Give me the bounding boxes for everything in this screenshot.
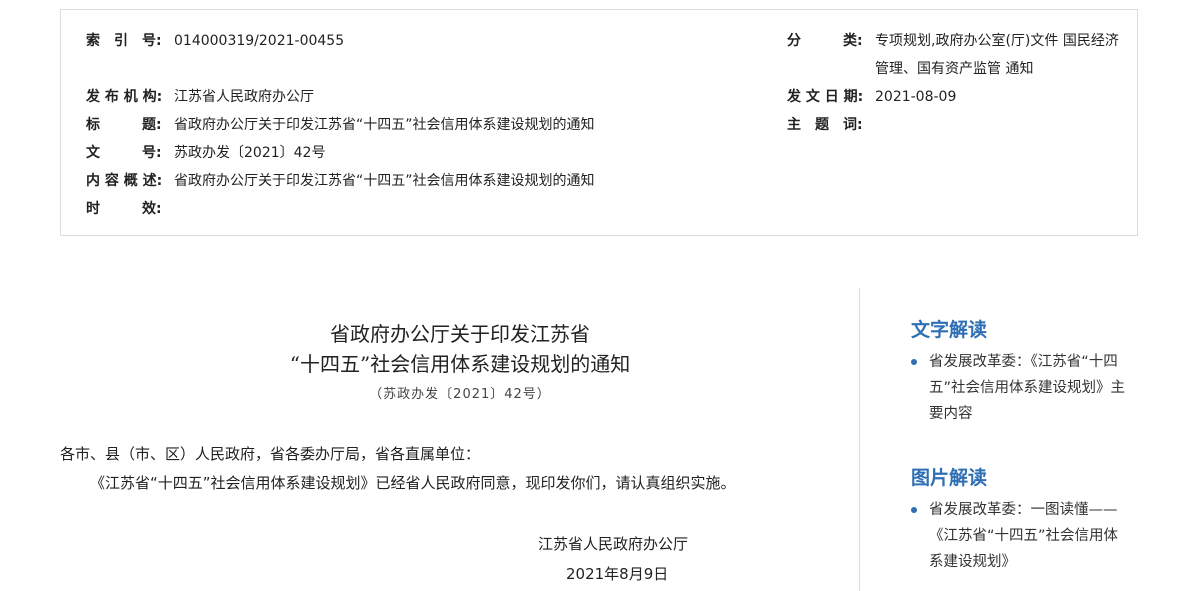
meta-date-row: 发 文 日 期: 2021-08-09 [787, 83, 956, 111]
meta-validity-row: 时 效: [86, 195, 174, 223]
meta-date-label: 发 文 日 期: [787, 89, 864, 105]
meta-index-row: 索 引 号: 014000319/2021-00455 [86, 27, 344, 55]
text-interpretation-link[interactable]: 省发展改革委：《江苏省“十四五”社会信用体系建设规划》主要内容 [911, 349, 1127, 427]
meta-summary-label: 内 容 概 述: [86, 173, 163, 189]
text-interpretation-title: 文字解读 [911, 319, 988, 341]
image-interpretation-link-label[interactable]: 省发展改革委：一图读懂——《江苏省“十四五”社会信用体系建设规划》 [912, 497, 1127, 575]
meta-category-label: 分 类: [787, 33, 863, 49]
bullet-icon [911, 507, 917, 513]
metadata-panel: 索 引 号: 014000319/2021-00455 分 类: 专项规划,政府… [60, 9, 1138, 236]
meta-summary-row: 内 容 概 述: 省政府办公厅关于印发江苏省“十四五”社会信用体系建设规划的通知 [86, 167, 595, 195]
meta-validity-label: 时 效: [86, 201, 162, 217]
bullet-icon [911, 359, 917, 365]
image-interpretation-title: 图片解读 [911, 467, 988, 489]
meta-docno-value: 苏政办发〔2021〕42号 [174, 145, 326, 161]
document-number: （苏政办发〔2021〕42号） [369, 387, 551, 402]
meta-docno-row: 文 号: 苏政办发〔2021〕42号 [86, 139, 325, 167]
meta-publisher-row: 发 布 机 构: 江苏省人民政府办公厅 [86, 83, 314, 111]
meta-title-row: 标 题: 省政府办公厅关于印发江苏省“十四五”社会信用体系建设规划的通知 [86, 111, 595, 139]
meta-title-value: 省政府办公厅关于印发江苏省“十四五”社会信用体系建设规划的通知 [174, 117, 595, 133]
meta-index-label: 索 引 号: [86, 33, 162, 49]
meta-publisher-label: 发 布 机 构: [86, 89, 163, 105]
meta-category-row: 分 类: 专项规划,政府办公室(厅)文件 国民经济管理、国有资产监管 通知 [787, 27, 1125, 83]
meta-date-value: 2021-08-09 [875, 89, 957, 105]
meta-index-value: 014000319/2021-00455 [174, 33, 345, 49]
document-title-line2: “十四五”社会信用体系建设规划的通知 [289, 352, 631, 376]
meta-subject-row: 主 题 词: [787, 111, 875, 139]
document-signature: 江苏省人民政府办公厅 [538, 535, 689, 553]
meta-publisher-value: 江苏省人民政府办公厅 [174, 89, 314, 105]
image-interpretation-link[interactable]: 省发展改革委：一图读懂——《江苏省“十四五”社会信用体系建设规划》 [911, 497, 1127, 575]
meta-summary-value: 省政府办公厅关于印发江苏省“十四五”社会信用体系建设规划的通知 [174, 173, 595, 189]
document-title-line1: 省政府办公厅关于印发江苏省 [330, 322, 590, 346]
meta-subject-label: 主 题 词: [787, 117, 863, 133]
meta-category-value: 专项规划,政府办公室(厅)文件 国民经济管理、国有资产监管 通知 [875, 33, 1119, 77]
text-interpretation-link-label[interactable]: 省发展改革委：《江苏省“十四五”社会信用体系建设规划》主要内容 [912, 349, 1127, 427]
document-paragraph: 《江苏省“十四五”社会信用体系建设规划》已经省人民政府同意，现印发你们，请认真组… [90, 474, 736, 492]
meta-title-label: 标 题: [86, 117, 162, 133]
content-divider [859, 288, 860, 591]
document-salutation: 各市、县（市、区）人民政府，省各委办厅局，省各直属单位： [60, 445, 481, 463]
document-date: 2021年8月9日 [566, 565, 669, 583]
meta-docno-label: 文 号: [86, 145, 162, 161]
